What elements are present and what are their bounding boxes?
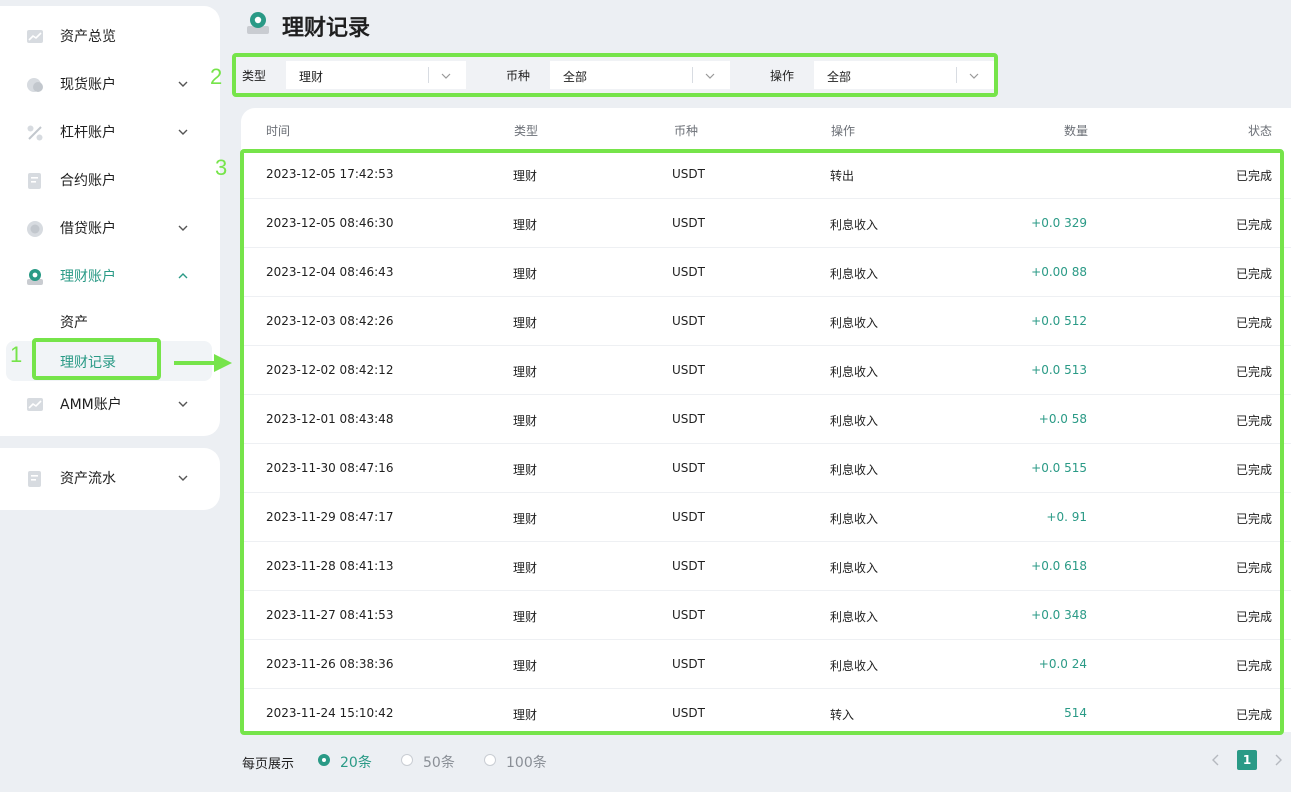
column-header-operation: 操作	[831, 124, 856, 138]
sidebar-item-label: 现货账户	[60, 77, 116, 93]
per-page-radio-20[interactable]	[318, 754, 330, 766]
annotation-box-2	[232, 53, 998, 97]
column-header-time: 时间	[266, 124, 291, 138]
coin-icon	[27, 78, 43, 92]
annotation-number-3: 3	[215, 155, 228, 180]
per-page-radio-100[interactable]	[484, 754, 496, 766]
chart-line-icon	[27, 30, 43, 43]
sidebar-item-label: 理财账户	[60, 269, 116, 285]
sidebar-item-loan-account[interactable]: 借贷账户	[0, 208, 220, 248]
sidebar-item-label: 杠杆账户	[60, 125, 116, 141]
chevron-left-icon[interactable]	[1210, 753, 1222, 767]
sidebar-item-label: 资产流水	[60, 471, 116, 487]
chevron-up-icon	[178, 273, 188, 279]
document-icon	[28, 173, 41, 189]
per-page-option-20[interactable]: 20条	[340, 752, 372, 772]
chevron-down-icon	[178, 225, 188, 231]
annotation-arrow-icon	[174, 354, 232, 372]
per-page-option-100[interactable]: 100条	[506, 752, 547, 772]
column-header-status: 状态	[1247, 124, 1272, 138]
document-icon	[28, 471, 41, 487]
per-page-option-50[interactable]: 50条	[423, 752, 455, 772]
chevron-down-icon	[178, 401, 188, 407]
sidebar-item-label: AMM账户	[60, 397, 122, 413]
sidebar-item-amm-account[interactable]: AMM账户	[0, 384, 220, 424]
sidebar-item-label: 合约账户	[60, 173, 116, 189]
chart-line-icon	[27, 398, 43, 411]
per-page-label: 每页展示	[242, 757, 295, 772]
sidebar-item-wealth-account[interactable]: 理财账户	[0, 256, 220, 296]
annotation-number-2: 2	[210, 64, 223, 89]
annotation-box-3	[240, 149, 1284, 735]
sidebar-item-label: 借贷账户	[60, 221, 116, 237]
sidebar-item-asset-flow[interactable]: 资产流水	[0, 458, 220, 498]
annotation-number-1: 1	[10, 342, 23, 367]
percent-icon	[27, 125, 43, 141]
chevron-down-icon	[178, 129, 188, 135]
coin-icon	[27, 221, 43, 237]
annotation-box-1	[32, 338, 161, 380]
sidebar-subitem-assets[interactable]: 资产	[60, 312, 88, 332]
wealth-icon	[27, 269, 43, 285]
column-header-coin: 币种	[674, 124, 699, 138]
page-number-current[interactable]: 1	[1237, 750, 1257, 770]
chevron-down-icon	[178, 475, 188, 481]
sidebar-item-margin-account[interactable]: 杠杆账户	[0, 112, 220, 152]
column-header-type: 类型	[514, 124, 539, 138]
sidebar-item-asset-overview[interactable]: 资产总览	[0, 16, 220, 56]
sidebar-item-spot-account[interactable]: 现货账户	[0, 64, 220, 104]
chevron-down-icon	[178, 81, 188, 87]
column-header-quantity: 数量	[1064, 124, 1089, 138]
per-page-radio-50[interactable]	[401, 754, 413, 766]
sidebar-item-label: 资产总览	[60, 29, 116, 45]
sidebar-item-futures-account[interactable]: 合约账户	[0, 160, 220, 200]
page-title: 理财记录	[282, 16, 371, 41]
wealth-icon	[247, 12, 269, 34]
chevron-right-icon[interactable]	[1272, 753, 1284, 767]
